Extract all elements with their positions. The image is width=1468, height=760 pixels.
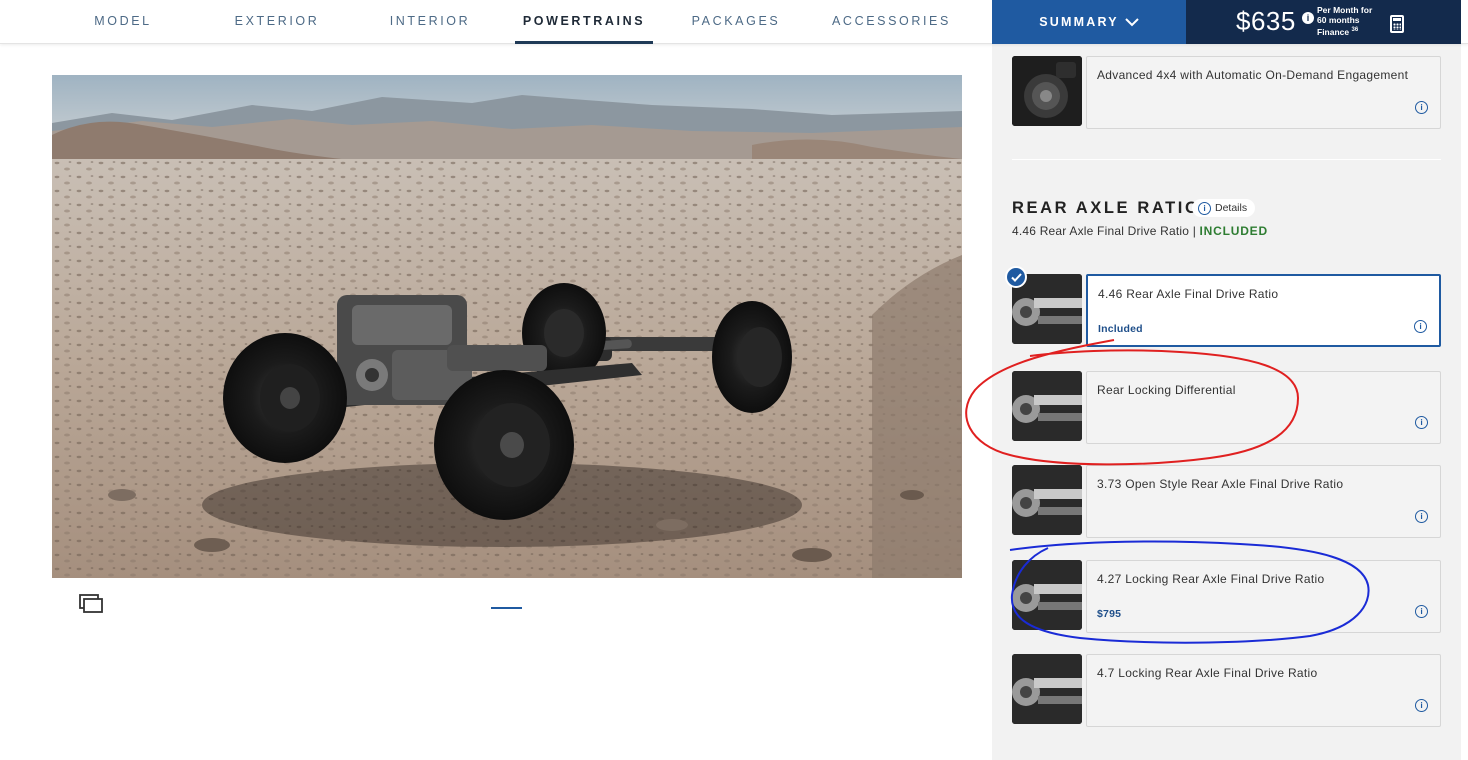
- price-footnote: 36: [1351, 27, 1359, 33]
- expand-icon: [79, 594, 103, 613]
- info-icon[interactable]: i: [1415, 416, 1428, 429]
- separator: |: [1189, 224, 1200, 238]
- option-thumbnail: [1012, 56, 1082, 126]
- monthly-price: $635: [1236, 6, 1296, 36]
- price-terms: Per Month for 60 months Finance 36: [1317, 5, 1372, 37]
- option-title: 4.7 Locking Rear Axle Final Drive Ratio: [1097, 666, 1318, 680]
- option-title: 3.73 Open Style Rear Axle Final Drive Ra…: [1097, 477, 1344, 491]
- option-title: 4.46 Rear Axle Final Drive Ratio: [1098, 287, 1279, 301]
- option-title: 4.27 Locking Rear Axle Final Drive Ratio: [1097, 572, 1325, 586]
- options-panel: Advanced 4x4 with Automatic On-Demand En…: [992, 44, 1461, 760]
- tab-accessories[interactable]: ACCESSORIES: [832, 0, 948, 44]
- shifter-knob-image: [1012, 56, 1082, 126]
- included-status: INCLUDED: [1199, 224, 1268, 238]
- tab-exterior[interactable]: EXTERIOR: [228, 0, 326, 44]
- section-title: REAR AXLE RATIO: [1012, 199, 1201, 217]
- price-terms-finance: Finance: [1317, 26, 1350, 37]
- axle-card[interactable]: 3.73 Open Style Rear Axle Final Drive Ra…: [1086, 465, 1441, 538]
- option-thumbnail: [1012, 465, 1082, 535]
- tab-packages[interactable]: PACKAGES: [690, 0, 782, 44]
- current-selection-value: 4.46 Rear Axle Final Drive Ratio: [1012, 224, 1190, 238]
- axle-option: 4.7 Locking Rear Axle Final Drive Ratio …: [1012, 654, 1441, 727]
- option-price: $795: [1097, 608, 1122, 620]
- hero-image: [52, 75, 962, 578]
- axle-image: [1012, 560, 1082, 630]
- info-icon[interactable]: i: [1415, 510, 1428, 523]
- check-icon: [1005, 266, 1027, 288]
- axle-image: [1012, 465, 1082, 535]
- axle-card[interactable]: Rear Locking Differential i: [1086, 371, 1441, 444]
- axle-card[interactable]: 4.7 Locking Rear Axle Final Drive Ratio …: [1086, 654, 1441, 727]
- carousel-indicator[interactable]: [491, 607, 522, 609]
- tab-model[interactable]: MODEL: [80, 0, 166, 44]
- info-icon[interactable]: i: [1415, 101, 1428, 114]
- axle-option: 4.27 Locking Rear Axle Final Drive Ratio…: [1012, 560, 1441, 633]
- option-thumbnail: [1012, 654, 1082, 724]
- price-terms-line1: Per Month for: [1317, 5, 1373, 15]
- price-info-icon[interactable]: i: [1302, 12, 1314, 24]
- summary-button[interactable]: SUMMARY: [992, 0, 1186, 44]
- info-icon: i: [1198, 201, 1211, 215]
- axle-card[interactable]: 4.27 Locking Rear Axle Final Drive Ratio…: [1086, 560, 1441, 633]
- info-icon[interactable]: i: [1415, 699, 1428, 712]
- axle-option: 4.46 Rear Axle Final Drive Ratio Include…: [1005, 266, 1441, 347]
- fullscreen-icon[interactable]: [79, 594, 105, 614]
- axle-option: Rear Locking Differential i: [1012, 371, 1441, 444]
- option-price: Included: [1098, 323, 1143, 335]
- axle-image: [1012, 371, 1082, 441]
- section-divider: [1012, 159, 1441, 160]
- details-label: Details: [1215, 202, 1248, 214]
- payment-summary[interactable]: $635 i Per Month for 60 months Finance 3…: [1186, 0, 1461, 44]
- axle-image: [1012, 654, 1082, 724]
- details-button[interactable]: i Details: [1192, 199, 1256, 217]
- top-nav: MODEL EXTERIOR INTERIOR POWERTRAINS PACK…: [0, 0, 1468, 44]
- axle-option: 3.73 Open Style Rear Axle Final Drive Ra…: [1012, 465, 1441, 538]
- tab-interior[interactable]: INTERIOR: [384, 0, 476, 44]
- price-terms-line2: 60 months: [1317, 15, 1360, 25]
- drivetrain-option: Advanced 4x4 with Automatic On-Demand En…: [1012, 56, 1441, 129]
- option-thumbnail: [1012, 371, 1082, 441]
- drivetrain-card[interactable]: Advanced 4x4 with Automatic On-Demand En…: [1086, 56, 1441, 129]
- calculator-icon[interactable]: [1390, 15, 1404, 33]
- desert-chassis-image: [52, 75, 962, 578]
- tab-powertrains[interactable]: POWERTRAINS: [515, 0, 653, 44]
- axle-card-selected[interactable]: 4.46 Rear Axle Final Drive Ratio Include…: [1086, 274, 1441, 347]
- option-thumbnail: [1012, 560, 1082, 630]
- chevron-down-icon: [1125, 18, 1139, 27]
- price-terms-line3: Finance 36: [1317, 25, 1372, 37]
- current-selection: 4.46 Rear Axle Final Drive Ratio | INCLU…: [1012, 224, 1268, 238]
- option-title: Advanced 4x4 with Automatic On-Demand En…: [1097, 68, 1409, 82]
- info-icon[interactable]: i: [1414, 320, 1427, 333]
- summary-label: SUMMARY: [1039, 15, 1119, 29]
- option-title: Rear Locking Differential: [1097, 383, 1236, 397]
- info-icon[interactable]: i: [1415, 605, 1428, 618]
